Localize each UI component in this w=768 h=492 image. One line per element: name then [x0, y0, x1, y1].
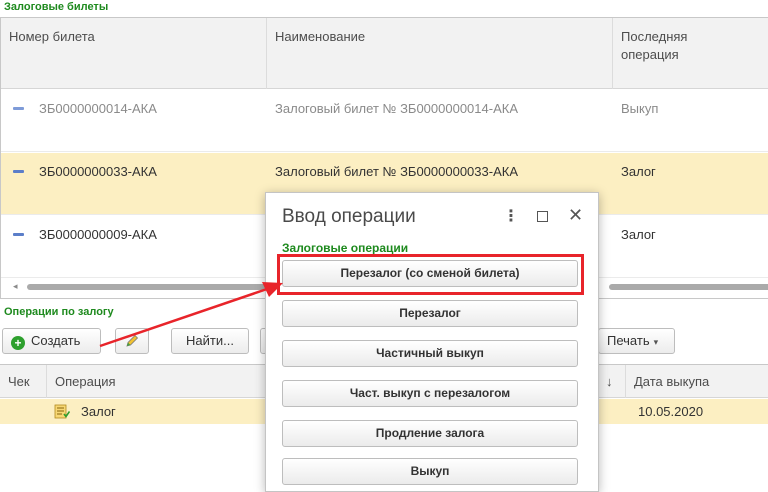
annotation-arrow: [99, 282, 283, 348]
